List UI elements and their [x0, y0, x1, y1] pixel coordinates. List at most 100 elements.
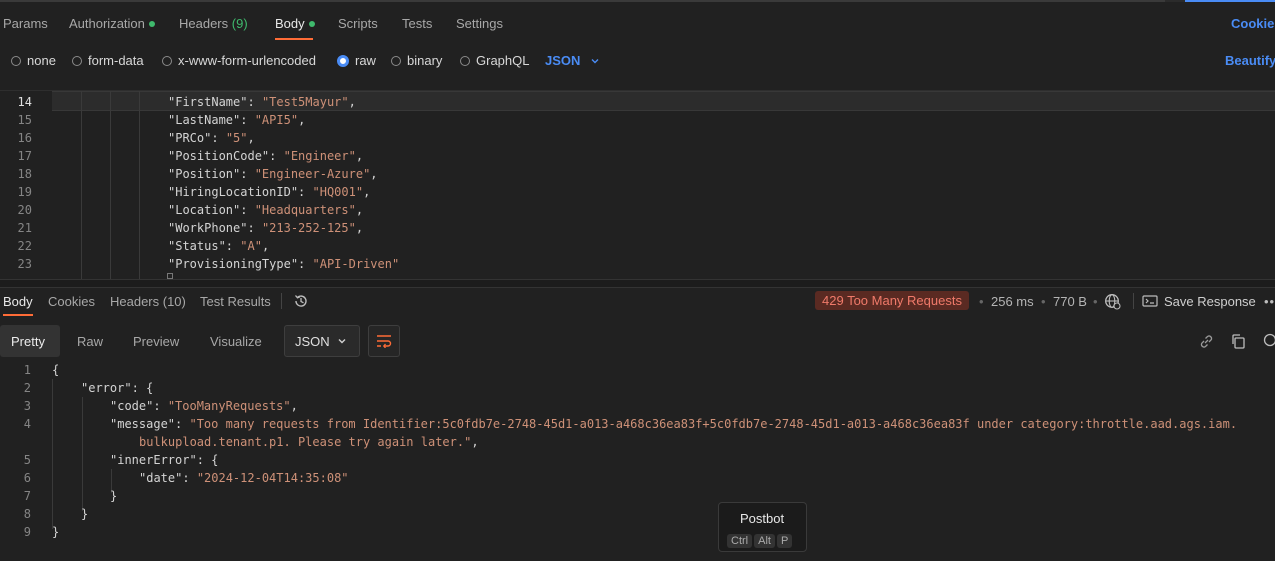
- response-tab-cookies[interactable]: Cookies: [48, 294, 95, 309]
- line-number: 16: [17, 131, 32, 145]
- json-key: "Location": [168, 203, 241, 217]
- radio-graphql-label: GraphQL: [476, 53, 530, 68]
- radio-graphql[interactable]: GraphQL: [460, 53, 529, 68]
- line-number: 23: [17, 257, 32, 271]
- line-number: 5: [23, 453, 31, 467]
- radio-circle: [162, 55, 172, 66]
- separator: [1133, 293, 1134, 309]
- copy-icon[interactable]: [1230, 333, 1247, 350]
- line-number: 2: [23, 381, 31, 395]
- response-tab-headers[interactable]: Headers (10): [110, 294, 186, 309]
- json-value: "API5": [254, 113, 299, 127]
- meta-dot: •: [979, 294, 984, 309]
- response-line: 7}: [0, 487, 1275, 505]
- response-body-viewer[interactable]: 1{2 "error": {3 "code": "TooManyRequests",…: [0, 361, 1275, 549]
- response-line: 4 "message": "Too many requests from Iden…: [0, 415, 1275, 433]
- json-key: "code": [110, 399, 154, 413]
- cookies-link[interactable]: Cookies: [1231, 16, 1275, 31]
- save-response-button[interactable]: Save Response: [1164, 294, 1256, 309]
- code-text: "code": "TooManyRequests",: [110, 397, 298, 415]
- postbot-button[interactable]: Postbot Ctrl Alt P: [718, 502, 807, 552]
- radio-raw[interactable]: raw: [337, 53, 376, 68]
- view-visualize-button[interactable]: Visualize: [210, 334, 262, 349]
- json-punct: ,: [247, 131, 255, 145]
- radio-binary[interactable]: binary: [391, 53, 442, 68]
- code-text: {: [52, 361, 59, 379]
- json-punct: {: [52, 363, 60, 377]
- tab-body-label: Body: [275, 16, 305, 31]
- body-format-label: JSON: [545, 53, 581, 68]
- response-size[interactable]: 770 B: [1053, 294, 1087, 309]
- radio-urlencoded[interactable]: x-www-form-urlencoded: [162, 53, 316, 68]
- kbd-alt: Alt: [754, 534, 775, 548]
- tab-headers[interactable]: Headers (9): [179, 16, 248, 31]
- separator: [281, 293, 282, 309]
- tab-body[interactable]: Body: [275, 16, 315, 31]
- json-key: "FirstName": [168, 95, 248, 109]
- code-text: "HiringLocationID": "HQ001",: [168, 183, 370, 201]
- json-value: "Engineer": [283, 149, 356, 163]
- radio-circle: [460, 55, 470, 66]
- response-line: 5 "innerError": {: [0, 451, 1275, 469]
- radio-form-data[interactable]: form-data: [72, 53, 144, 68]
- response-line: 2 "error": {: [0, 379, 1275, 397]
- code-text: "Position": "Engineer-Azure",: [168, 165, 378, 183]
- tab-params[interactable]: Params: [3, 16, 48, 31]
- json-colon: :: [298, 185, 313, 199]
- code-text: "error": {: [81, 379, 153, 397]
- meta-dot: •: [1041, 294, 1046, 309]
- more-options-icon[interactable]: •••: [1264, 294, 1275, 309]
- meta-dot: •: [1093, 294, 1098, 309]
- tab-scripts[interactable]: Scripts: [338, 16, 378, 31]
- response-line: 9}: [0, 523, 1275, 541]
- postbot-title: Postbot: [740, 511, 785, 526]
- link-icon[interactable]: [1198, 333, 1215, 350]
- response-line: 6 "date": "2024-12-04T14:35:08": [0, 469, 1275, 487]
- json-key: "LastName": [168, 113, 241, 127]
- json-punct: ,: [355, 203, 364, 217]
- view-raw-button[interactable]: Raw: [77, 334, 103, 349]
- beautify-button[interactable]: Beautify: [1225, 53, 1275, 68]
- headers-count: (9): [231, 16, 248, 31]
- search-icon[interactable]: [1262, 333, 1275, 350]
- line-number: 14: [17, 95, 32, 109]
- response-line: 8}: [0, 505, 1275, 523]
- history-icon[interactable]: [293, 293, 309, 309]
- globe-network-icon[interactable]: [1104, 293, 1121, 310]
- json-key: "error": [81, 381, 132, 395]
- editor-line: 17 "PositionCode": "Engineer",: [0, 147, 1275, 165]
- response-line: 1{: [0, 361, 1275, 379]
- code-text: bulkupload.tenant.p1. Please try again l…: [139, 433, 479, 451]
- top-border: [0, 0, 1275, 2]
- line-number: 7: [23, 489, 31, 503]
- tab-settings[interactable]: Settings: [456, 16, 503, 31]
- code-text: "innerError": {: [110, 451, 218, 469]
- tab-tests[interactable]: Tests: [402, 16, 432, 31]
- pane-divider[interactable]: [0, 279, 1275, 288]
- view-pretty-button[interactable]: Pretty: [11, 334, 45, 349]
- response-tab-test-results[interactable]: Test Results: [200, 294, 271, 309]
- tab-authorization[interactable]: Authorization: [69, 16, 155, 31]
- json-value: "Test5Mayur": [261, 95, 349, 109]
- wrap-lines-button[interactable]: [368, 325, 400, 357]
- response-time[interactable]: 256 ms: [991, 294, 1034, 309]
- json-punct: ,: [471, 435, 479, 449]
- request-body-editor[interactable]: 14 "FirstName": "Test5Mayur", 15 "LastName"…: [0, 90, 1275, 279]
- code-text: "date": "2024-12-04T14:35:08": [139, 469, 349, 487]
- response-format-select[interactable]: JSON: [284, 325, 360, 357]
- json-key: "ProvisioningType": [168, 257, 299, 271]
- code-text: "PRCo": "5",: [168, 129, 255, 147]
- view-preview-button[interactable]: Preview: [133, 334, 179, 349]
- radio-none[interactable]: none: [11, 53, 56, 68]
- radio-raw-label: raw: [355, 53, 376, 68]
- code-text: "LastName": "API5",: [168, 111, 305, 129]
- json-value: "Engineer-Azure": [254, 167, 371, 181]
- json-value: "API-Driven": [312, 257, 400, 271]
- json-colon: :: [240, 113, 255, 127]
- editor-line: 18 "Position": "Engineer-Azure",: [0, 165, 1275, 183]
- status-badge[interactable]: 429 Too Many Requests: [815, 291, 969, 310]
- body-format-dropdown[interactable]: JSON: [545, 53, 600, 68]
- response-tab-body[interactable]: Body: [3, 294, 33, 309]
- json-key: "HiringLocationID": [168, 185, 299, 199]
- response-tab-underline: [3, 314, 33, 316]
